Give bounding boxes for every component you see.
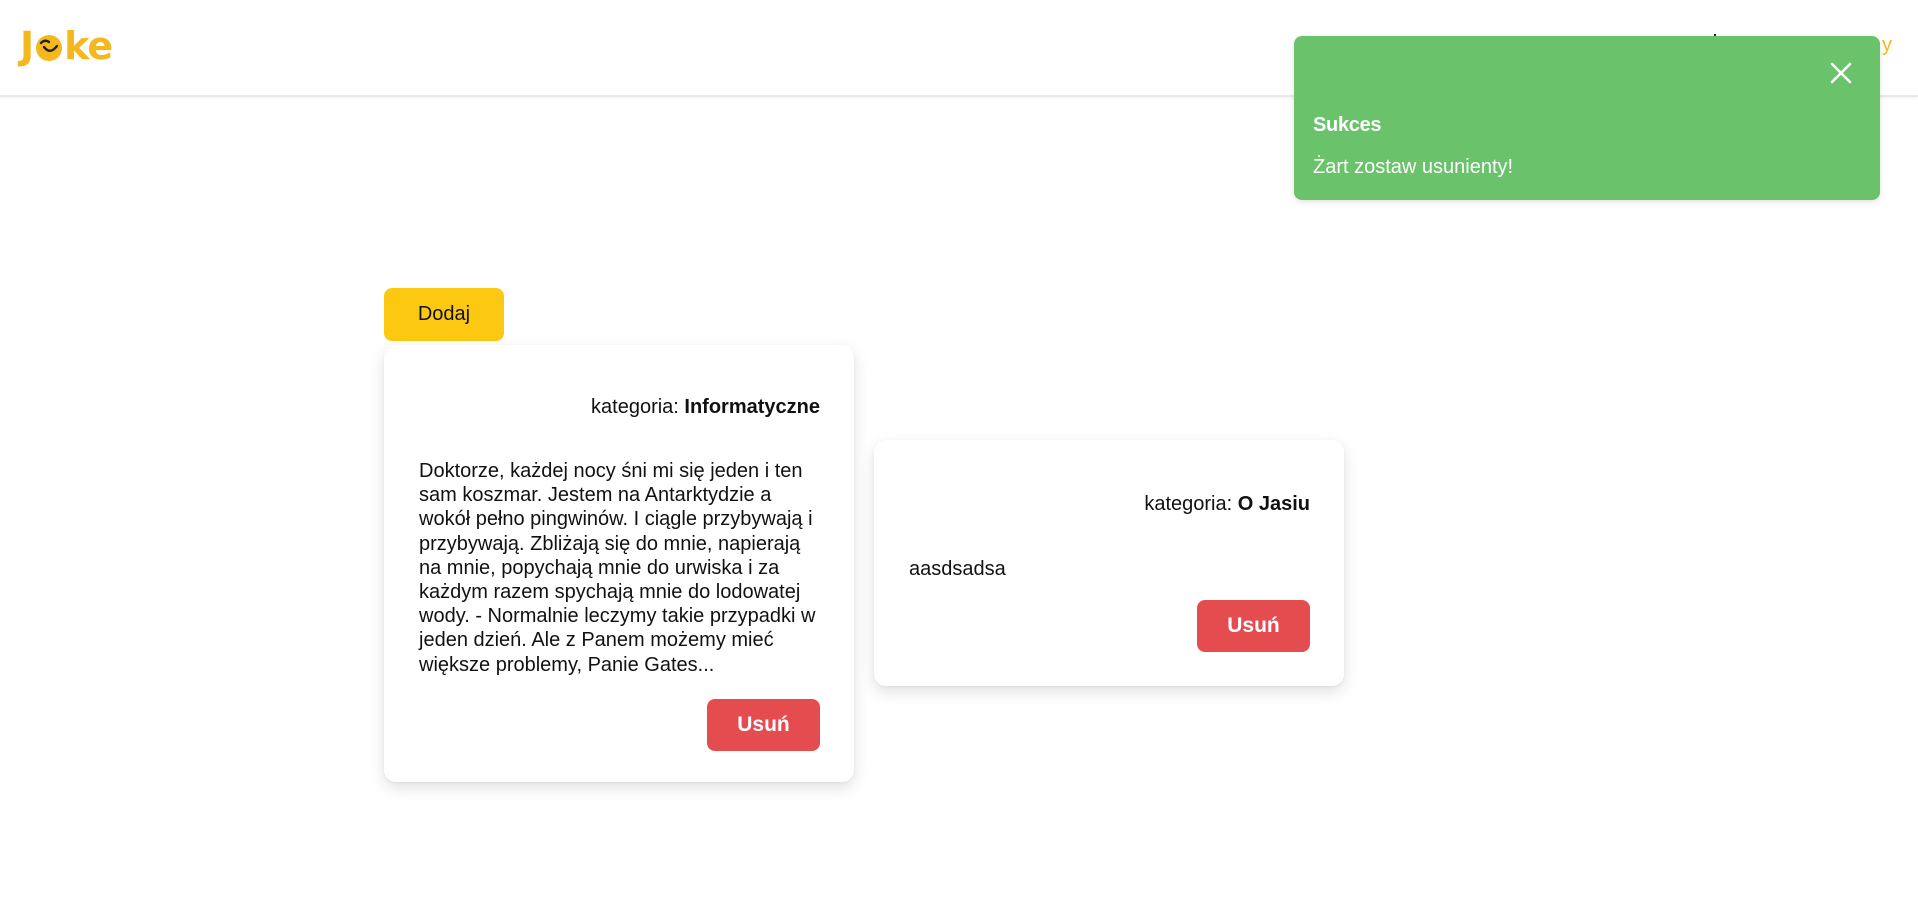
joke-card: kategoria: O Jasiu aasdsadsa Usuń [874,440,1344,686]
toast-title: Sukces [1313,114,1382,136]
close-icon[interactable] [1826,58,1856,88]
joke-category: kategoria: O Jasiu [1144,493,1310,516]
logo[interactable]: J ke [20,24,113,68]
category-value: O Jasiu [1237,493,1310,515]
category-label: kategoria: [591,396,685,418]
joke-card: kategoria: Informatyczne Doktorze, każde… [384,345,854,782]
joke-text: Doktorze, każdej nocy śni mi się jeden i… [419,460,816,676]
category-label: kategoria: [1144,493,1238,515]
logo-text-right: ke [64,24,113,68]
smile-face-icon [36,35,63,61]
joke-category: kategoria: Informatyczne [591,396,820,419]
joke-text: aasdsadsa [909,558,1006,580]
logo-text-left: J [20,24,34,68]
nav-link-label: y [1882,34,1892,56]
nav-link[interactable]: y [1714,34,1892,57]
category-value: Informatyczne [684,396,820,418]
toast-message: Żart zostaw usunienty! [1313,156,1514,178]
add-joke-button[interactable]: Dodaj [384,288,504,341]
delete-joke-button[interactable]: Usuń [707,699,820,751]
success-toast: Sukces Żart zostaw usunienty! [1294,36,1880,200]
delete-joke-button[interactable]: Usuń [1197,600,1310,652]
